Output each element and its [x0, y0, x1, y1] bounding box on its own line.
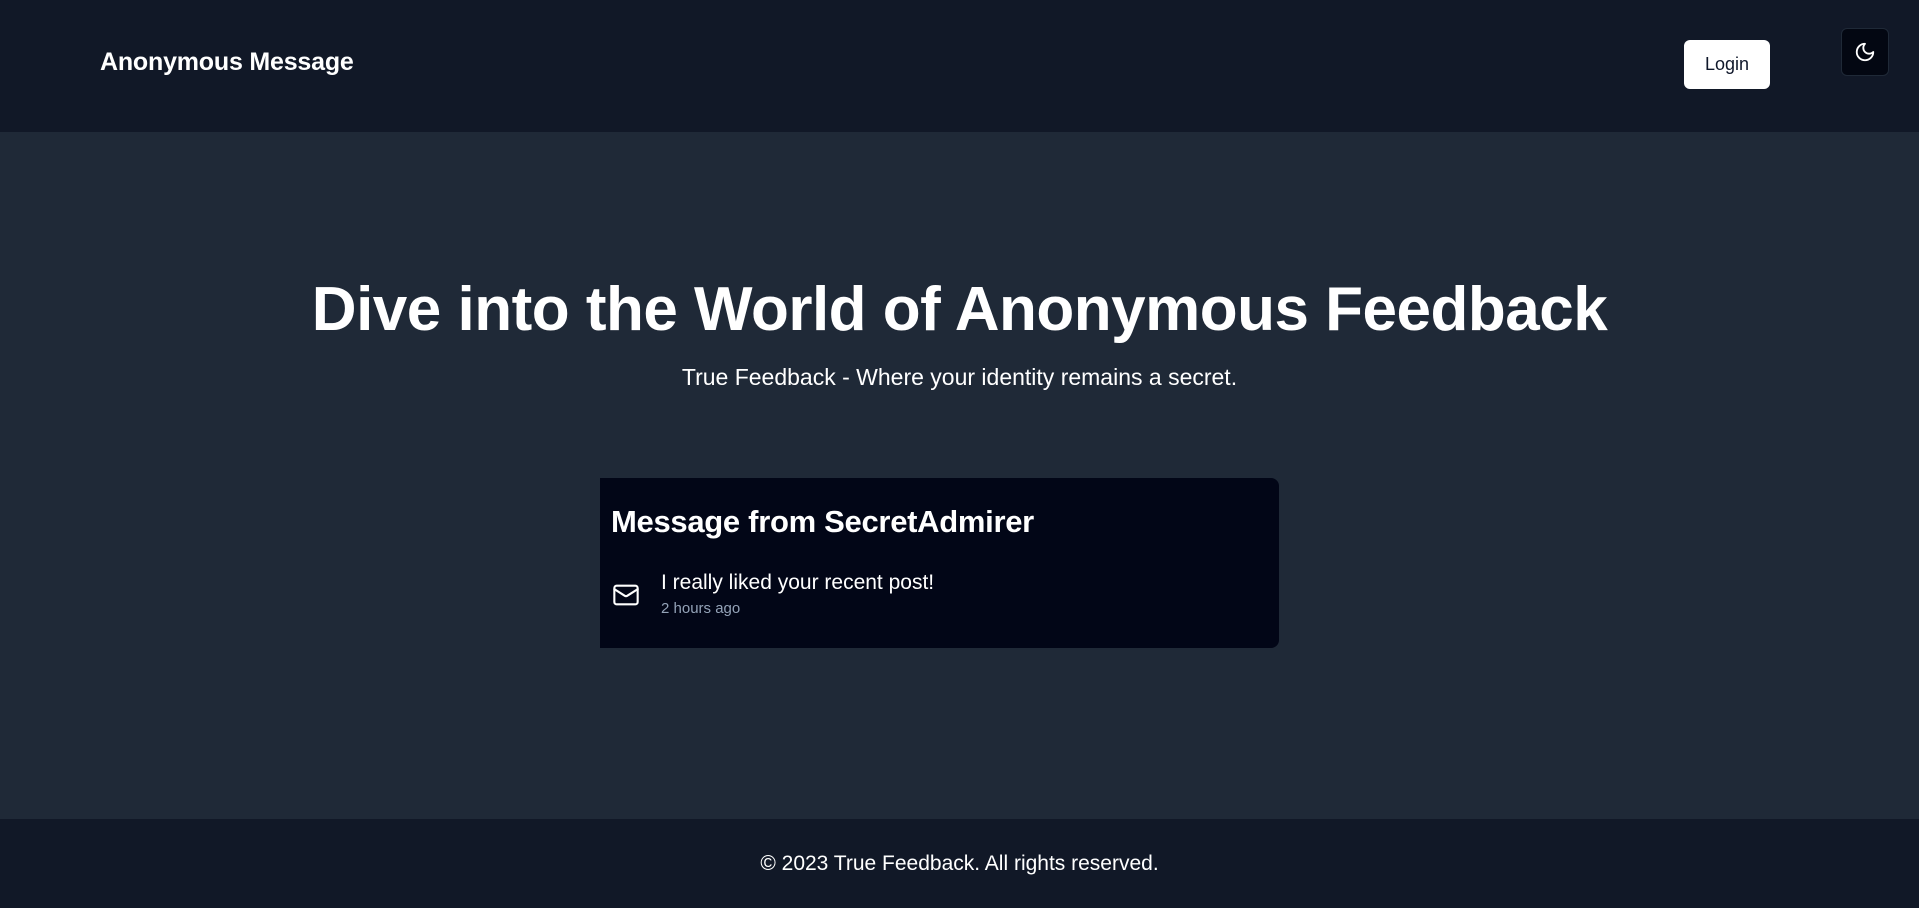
- message-timestamp: 2 hours ago: [661, 600, 741, 617]
- hero-title: Dive into the World of Anonymous Feedbac…: [311, 275, 1608, 344]
- theme-toggle-button[interactable]: [1841, 28, 1889, 76]
- navbar: Anonymous Message Login: [0, 0, 1919, 132]
- footer: © 2023 True Feedback. All rights reserve…: [0, 819, 1919, 908]
- mail-icon: [613, 584, 639, 606]
- main-content: Dive into the World of Anonymous Feedbac…: [0, 132, 1919, 819]
- hero-subtitle: True Feedback - Where your identity rema…: [681, 364, 1238, 390]
- page: Anonymous Message Login Dive into the Wo…: [0, 0, 1919, 908]
- brand-link[interactable]: Anonymous Message: [100, 48, 354, 77]
- message-card: Message from SecretAdmirer I really like…: [600, 478, 1279, 648]
- footer-copyright: © 2023 True Feedback. All rights reserve…: [760, 851, 1159, 875]
- message-content: I really liked your recent post!: [661, 571, 935, 594]
- message-card-title: Message from SecretAdmirer: [611, 504, 1034, 539]
- login-button[interactable]: Login: [1684, 40, 1770, 89]
- moon-icon: [1855, 42, 1875, 62]
